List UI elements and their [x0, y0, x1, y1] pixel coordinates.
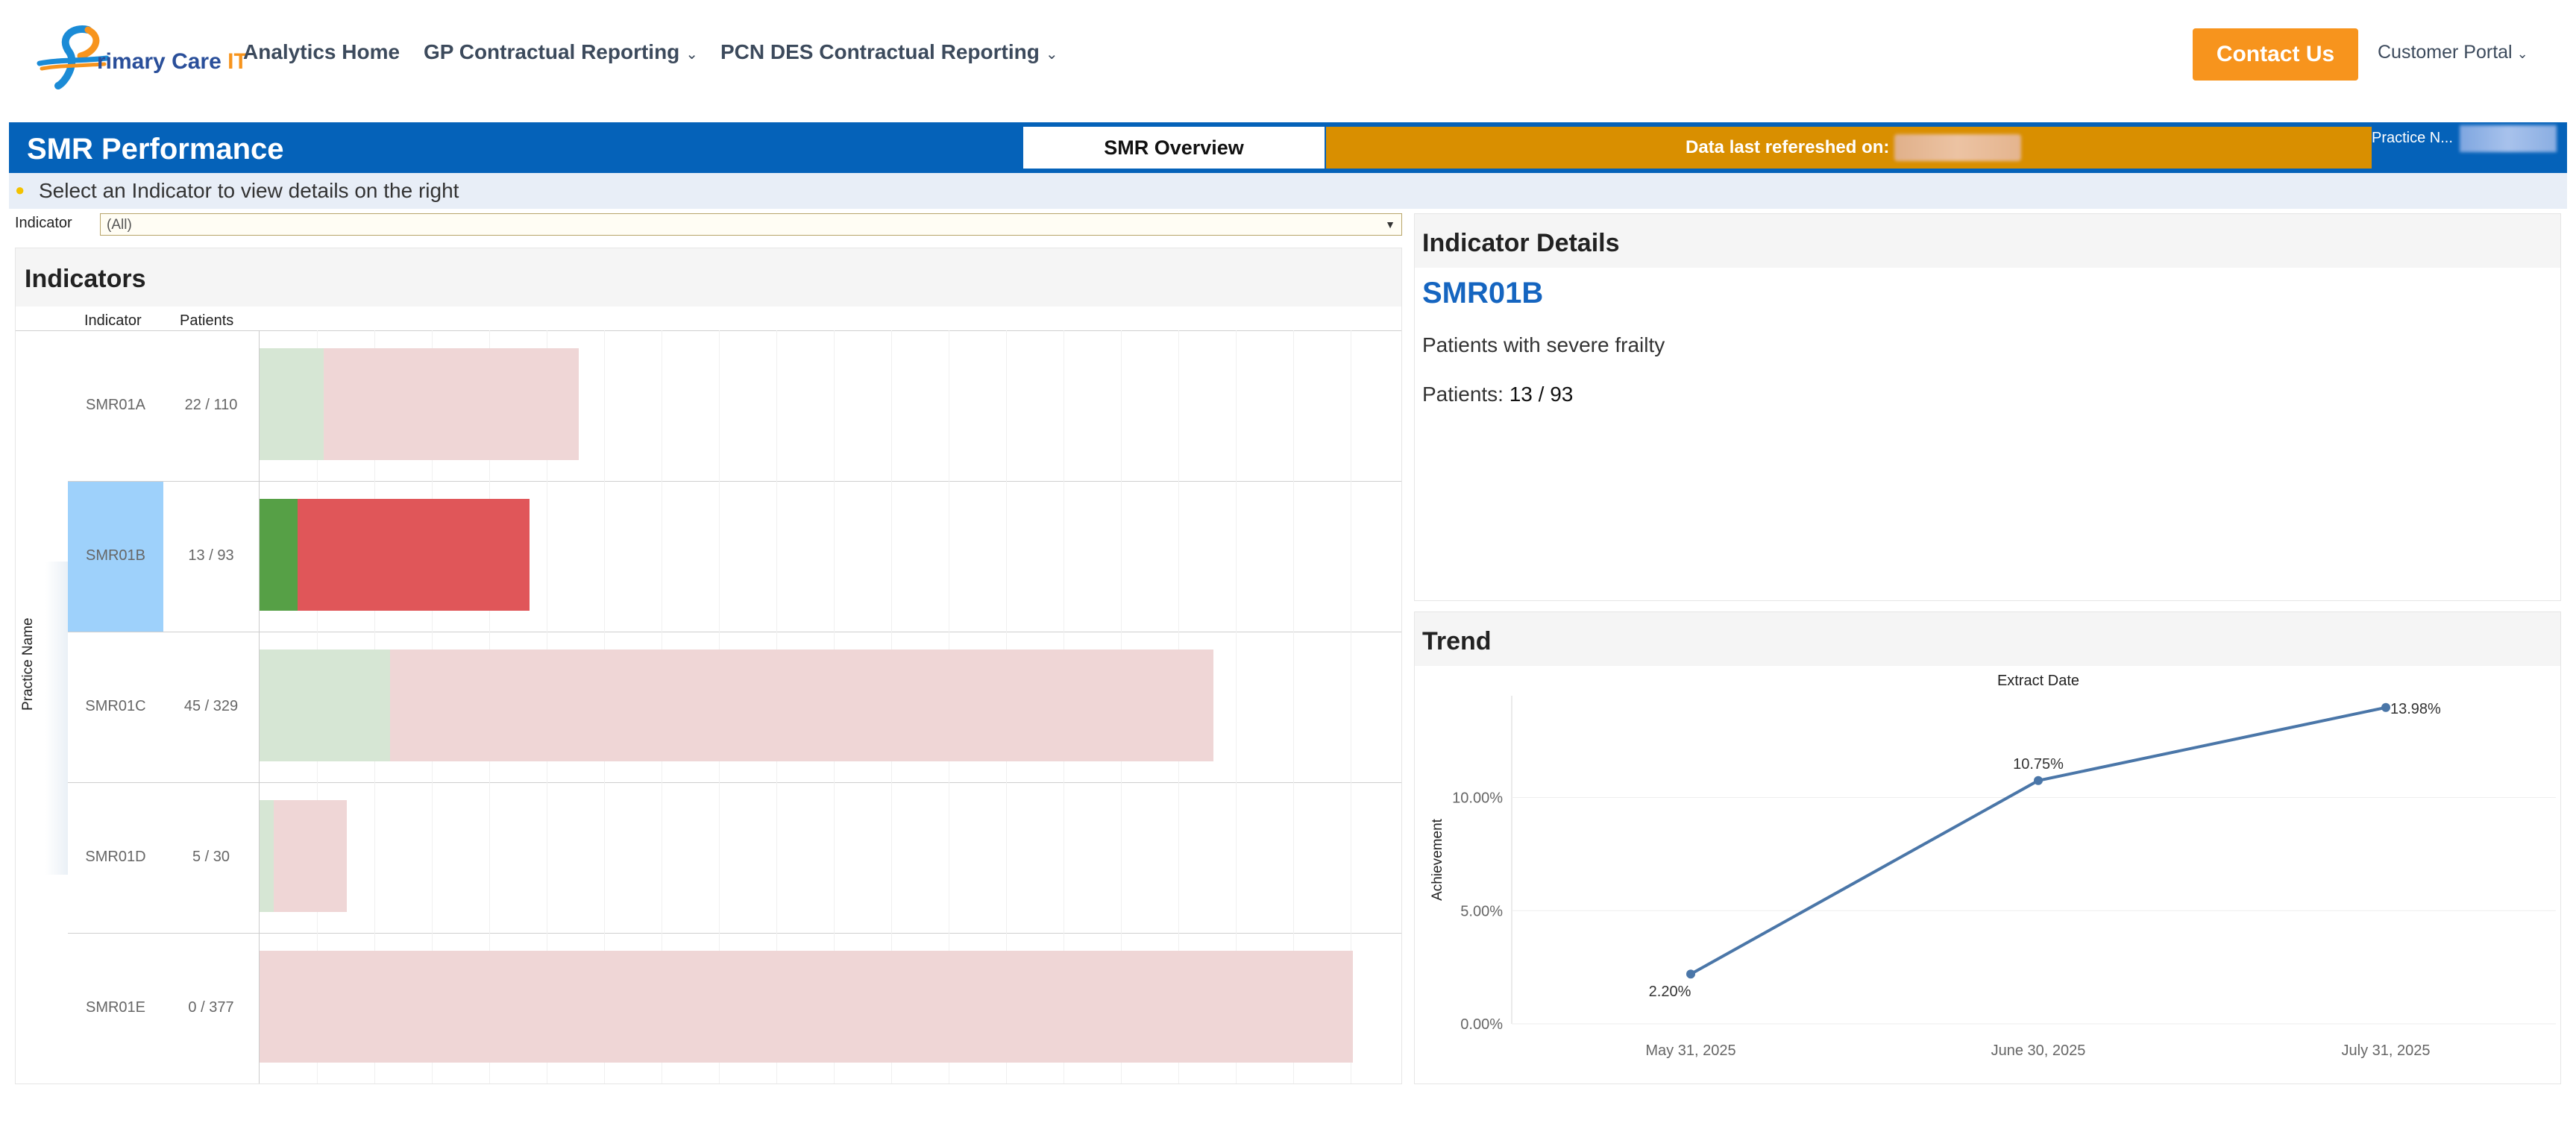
data-label: 2.20% — [1649, 984, 1691, 1000]
indicator-patients-cell: 0 / 377 — [188, 999, 234, 1016]
indicators-panel-header: Indicators — [16, 248, 1401, 306]
lightbulb-icon: ● — [15, 180, 25, 199]
indicator-filter-select[interactable]: (All) ▼ — [100, 213, 1402, 236]
indicator-details-panel: Indicator Details SMR01B Patients with s… — [1414, 213, 2561, 601]
indicator-filter-label: Indicator — [15, 215, 72, 231]
indicator-patients-cell: 45 / 329 — [183, 698, 239, 714]
nav-analytics-home[interactable]: Analytics Home — [243, 40, 400, 64]
data-refresh-banner: Data last refereshed on: — [1326, 127, 2372, 169]
axis-fade — [45, 562, 68, 875]
practice-name-axis-label: Practice Name — [20, 617, 36, 711]
bar-remaining-smr01c[interactable] — [389, 650, 1214, 761]
primary-care-it-logo[interactable]: rimary Care IT — [36, 22, 248, 89]
indicator-code-cell[interactable]: SMR01D — [68, 849, 163, 866]
contact-us-button[interactable]: Contact Us — [2193, 28, 2358, 81]
indicator-patients: Patients: 13 / 93 — [1422, 383, 1573, 406]
logo-text: rimary Care IT — [97, 49, 248, 74]
chevron-down-icon: ⌄ — [2516, 46, 2528, 61]
bar-remaining-smr01e[interactable] — [260, 951, 1353, 1063]
indicator-patients-cell: 13 / 93 — [188, 547, 234, 564]
nav-gp-contractual-label: GP Contractual Reporting — [424, 40, 680, 63]
data-point — [1686, 969, 1695, 979]
col-header-indicator: Indicator — [84, 312, 142, 329]
indicator-code-cell[interactable]: SMR01C — [68, 698, 163, 715]
x-tick-label: July 31, 2025 — [2342, 1042, 2431, 1059]
smr-overview-button[interactable]: SMR Overview — [1023, 127, 1325, 169]
bar-achieved-smr01b[interactable] — [260, 499, 298, 611]
trend-title: Trend — [1422, 627, 1492, 655]
customer-portal-label: Customer Portal — [2378, 42, 2513, 63]
patients-label: Patients: — [1422, 383, 1504, 406]
indicator-patients-cell: 5 / 30 — [192, 849, 230, 865]
indicator-filter-value: (All) — [107, 217, 132, 233]
data-label: 13.98% — [2390, 701, 2441, 717]
redacted-date — [1894, 134, 2021, 161]
indicator-code-cell[interactable]: SMR01E — [68, 999, 163, 1016]
indicator-code-cell[interactable]: SMR01A — [68, 397, 163, 414]
indicator-details-header: Indicator Details — [1415, 214, 2560, 268]
practice-name-axis: Practice Name — [20, 617, 65, 711]
bar-achieved-smr01d[interactable] — [260, 800, 274, 912]
x-tick-label: May 31, 2025 — [1645, 1042, 1735, 1059]
data-point — [2034, 776, 2043, 785]
instruction-strip: ● Select an Indicator to view details on… — [9, 173, 2567, 209]
practice-name-label: Practice N... — [2372, 130, 2453, 146]
indicator-description: Patients with severe frailty — [1422, 333, 1665, 356]
col-header-patients: Patients — [180, 312, 234, 329]
nav-gp-contractual-reporting[interactable]: GP Contractual Reporting ⌄ — [424, 40, 698, 64]
indicator-details-title: Indicator Details — [1422, 229, 1620, 257]
indicators-panel: Indicators Indicator Patients Practice N… — [15, 248, 1402, 1084]
trend-line-chart: Extract Date Achievement 0.00% 5.00% 10.00% M… — [1430, 673, 2556, 1059]
page-title: SMR Performance — [27, 133, 284, 166]
chevron-down-icon: ⌄ — [685, 46, 699, 63]
dashboard-header: SMR Performance SMR Overview Data last r… — [9, 122, 2567, 173]
instruction-text: Select an Indicator to view details on t… — [39, 179, 459, 202]
data-label: 10.75% — [2013, 756, 2064, 773]
chevron-down-icon: ⌄ — [1045, 46, 1058, 63]
trend-panel-header: Trend — [1415, 612, 2560, 666]
bar-remaining-smr01d[interactable] — [274, 800, 347, 912]
redacted-practice-name — [2460, 125, 2557, 152]
y-tick-label: 10.00% — [1452, 790, 1503, 807]
refresh-label: Data last refereshed on: — [1686, 137, 1890, 157]
achievement-trend-line — [1690, 705, 2387, 975]
y-axis-title: Achievement — [1430, 818, 1445, 901]
x-tick-label: June 30, 2025 — [1991, 1042, 2086, 1059]
x-axis-title: Extract Date — [1997, 673, 2079, 689]
selected-indicator-code: SMR01B — [1422, 277, 1544, 309]
bar-achieved-smr01c[interactable] — [260, 650, 390, 761]
dropdown-arrow-icon: ▼ — [1385, 218, 1395, 230]
indicators-title: Indicators — [25, 265, 146, 293]
y-tick-label: 0.00% — [1460, 1016, 1503, 1033]
nav-pcn-des-contractual-reporting[interactable]: PCN DES Contractual Reporting ⌄ — [720, 40, 1058, 64]
top-navigation: rimary Care IT Analytics Home GP Contrac… — [0, 0, 2576, 112]
y-tick-label: 5.00% — [1460, 903, 1503, 919]
data-point — [2381, 702, 2390, 712]
trend-panel: Trend Extract Date Achievement 0.00% 5.00% 1… — [1414, 611, 2561, 1084]
bar-achieved-smr01a[interactable] — [260, 348, 324, 460]
bar-remaining-smr01a[interactable] — [323, 348, 579, 460]
customer-portal-menu[interactable]: Customer Portal ⌄ — [2378, 42, 2528, 63]
patients-value: 13 / 93 — [1509, 383, 1574, 406]
indicator-patients-cell: 22 / 110 — [184, 397, 238, 413]
nav-pcn-des-label: PCN DES Contractual Reporting — [720, 40, 1040, 63]
nav-analytics-home-label: Analytics Home — [243, 40, 400, 63]
indicator-code-cell[interactable]: SMR01B — [68, 547, 163, 564]
indicator-bar-chart — [259, 330, 1401, 1083]
bar-remaining-smr01b[interactable] — [297, 499, 530, 611]
